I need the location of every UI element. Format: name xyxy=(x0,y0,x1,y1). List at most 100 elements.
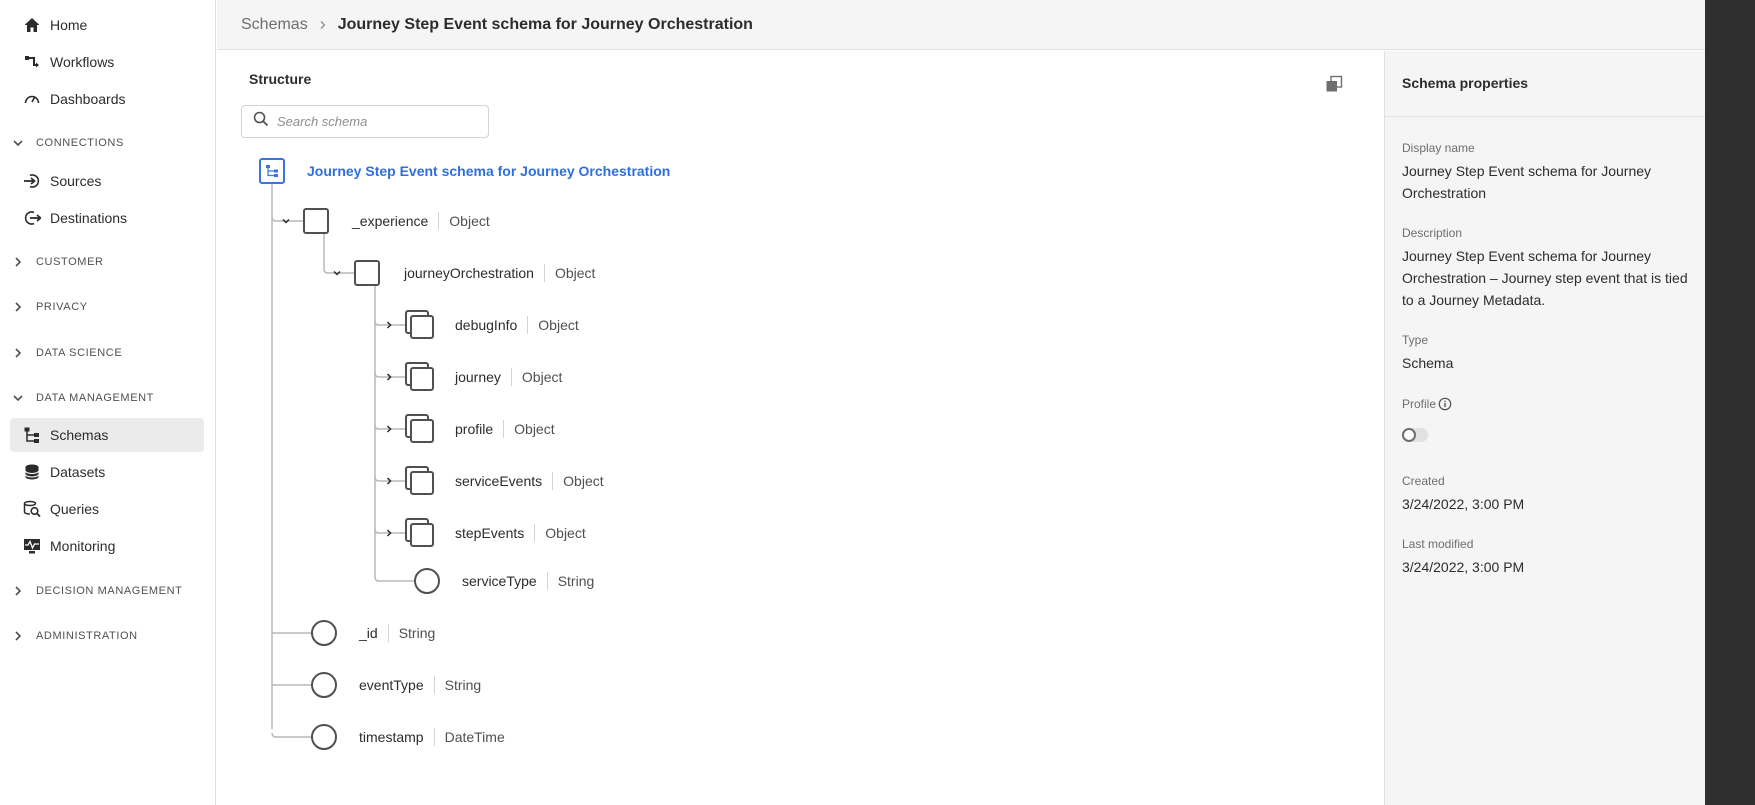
field-type: String xyxy=(546,572,594,590)
page-title: Journey Step Event schema for Journey Or… xyxy=(337,15,753,33)
destinations-icon xyxy=(22,208,42,228)
chevron-down-icon[interactable] xyxy=(330,266,344,280)
field-name[interactable]: eventType xyxy=(359,677,424,693)
primitive-field-icon xyxy=(311,724,337,750)
field-type: Object xyxy=(510,368,562,386)
field-row-journey[interactable]: journey Object xyxy=(382,362,562,392)
object-array-icon xyxy=(405,466,435,496)
chevron-right-icon xyxy=(12,585,24,597)
field-row-event-type[interactable]: eventType String xyxy=(311,670,481,700)
section-label: CONNECTIONS xyxy=(36,137,124,149)
display-name-value: Journey Step Event schema for Journey Or… xyxy=(1402,163,1652,201)
field-type: String xyxy=(433,676,481,694)
sidebar-item-datasets[interactable]: Datasets xyxy=(10,455,204,489)
dashboard-icon xyxy=(22,89,42,109)
divider xyxy=(1385,116,1706,117)
breadcrumb-schemas-link[interactable]: Schemas xyxy=(241,16,308,34)
field-type: DateTime xyxy=(433,728,505,746)
section-label: PRIVACY xyxy=(36,301,88,313)
created-label: Created xyxy=(1402,474,1445,488)
sidebar-item-label: Workflows xyxy=(50,54,115,70)
field-name[interactable]: timestamp xyxy=(359,729,424,745)
primitive-field-icon xyxy=(414,568,440,594)
description-label: Description xyxy=(1402,226,1463,240)
display-name-label: Display name xyxy=(1402,141,1475,155)
monitoring-icon xyxy=(22,536,42,556)
chevron-right-icon xyxy=(318,20,328,30)
field-row-step-events[interactable]: stepEvents Object xyxy=(382,518,586,548)
schema-properties-panel: Schema properties Display name Journey S… xyxy=(1384,51,1706,805)
primitive-field-icon xyxy=(311,672,337,698)
section-label: DATA SCIENCE xyxy=(36,347,123,359)
sidebar-item-schemas[interactable]: Schemas xyxy=(10,418,204,452)
sidebar-item-destinations[interactable]: Destinations xyxy=(10,201,204,235)
object-array-icon xyxy=(405,310,435,340)
last-modified-label: Last modified xyxy=(1402,537,1474,551)
field-name[interactable]: journeyOrchestration xyxy=(404,265,534,281)
sidebar-item-workflows[interactable]: Workflows xyxy=(10,45,204,79)
schema-tree-icon xyxy=(259,158,285,184)
section-customer[interactable]: CUSTOMER xyxy=(12,256,104,268)
section-decision-management[interactable]: DECISION MANAGEMENT xyxy=(12,585,182,597)
chevron-down-icon[interactable] xyxy=(279,214,293,228)
field-name[interactable]: _experience xyxy=(352,213,428,229)
field-row-debug-info[interactable]: debugInfo Object xyxy=(382,310,579,340)
section-data-management[interactable]: DATA MANAGEMENT xyxy=(12,392,154,404)
sidebar-item-label: Dashboards xyxy=(50,91,126,107)
field-name[interactable]: stepEvents xyxy=(455,525,524,541)
chevron-right-icon xyxy=(12,256,24,268)
sidebar-item-label: Sources xyxy=(50,173,102,189)
schema-root-label[interactable]: Journey Step Event schema for Journey Or… xyxy=(307,163,670,179)
workflow-icon xyxy=(22,52,42,72)
sources-icon xyxy=(22,171,42,191)
section-label: ADMINISTRATION xyxy=(36,630,138,642)
sidebar-item-dashboards[interactable]: Dashboards xyxy=(10,82,204,116)
schema-icon xyxy=(22,425,42,445)
field-type: Object xyxy=(552,472,604,490)
chevron-right-icon[interactable] xyxy=(382,318,396,332)
chevron-right-icon[interactable] xyxy=(382,370,396,384)
field-row-timestamp[interactable]: timestamp DateTime xyxy=(311,722,505,752)
field-row-id[interactable]: _id String xyxy=(311,618,435,648)
section-label: DATA MANAGEMENT xyxy=(36,392,154,404)
chevron-right-icon[interactable] xyxy=(382,526,396,540)
field-type: Object xyxy=(438,212,490,230)
schema-root-node[interactable]: Journey Step Event schema for Journey Or… xyxy=(259,156,670,186)
field-name[interactable]: journey xyxy=(455,369,501,385)
sidebar-item-home[interactable]: Home xyxy=(10,8,204,42)
field-row-experience[interactable]: _experience Object xyxy=(279,206,490,236)
field-row-service-type[interactable]: serviceType String xyxy=(414,566,594,596)
section-connections[interactable]: CONNECTIONS xyxy=(12,137,124,149)
created-value: 3/24/2022, 3:00 PM xyxy=(1402,496,1525,512)
field-name[interactable]: serviceEvents xyxy=(455,473,542,489)
sidebar-item-queries[interactable]: Queries xyxy=(10,492,204,526)
profile-toggle-switch[interactable] xyxy=(1402,428,1428,442)
sidebar-item-monitoring[interactable]: Monitoring xyxy=(10,529,204,563)
structure-panel: Structure Search schema Journey Step Eve… xyxy=(217,51,1383,805)
primitive-field-icon xyxy=(311,620,337,646)
object-field-icon xyxy=(354,260,380,286)
window-edge xyxy=(1705,0,1755,805)
field-name[interactable]: debugInfo xyxy=(455,317,517,333)
field-row-profile[interactable]: profile Object xyxy=(382,414,555,444)
field-type: String xyxy=(387,624,435,642)
field-name[interactable]: profile xyxy=(455,421,493,437)
field-name[interactable]: serviceType xyxy=(462,573,537,589)
sidebar-item-label: Schemas xyxy=(50,427,109,443)
object-field-icon xyxy=(303,208,329,234)
chevron-down-icon xyxy=(12,392,24,404)
sidebar-item-sources[interactable]: Sources xyxy=(10,164,204,198)
field-row-service-events[interactable]: serviceEvents Object xyxy=(382,466,604,496)
chevron-right-icon[interactable] xyxy=(382,474,396,488)
last-modified-value: 3/24/2022, 3:00 PM xyxy=(1402,559,1525,575)
chevron-right-icon[interactable] xyxy=(382,422,396,436)
field-name[interactable]: _id xyxy=(359,625,378,641)
section-data-science[interactable]: DATA SCIENCE xyxy=(12,347,122,359)
field-row-journey-orchestration[interactable]: journeyOrchestration Object xyxy=(330,258,595,288)
field-type: Object xyxy=(503,420,555,438)
field-type: Object xyxy=(527,316,579,334)
section-privacy[interactable]: PRIVACY xyxy=(12,301,88,313)
info-icon[interactable] xyxy=(1438,397,1452,411)
chevron-down-icon xyxy=(12,137,24,149)
section-administration[interactable]: ADMINISTRATION xyxy=(12,630,138,642)
